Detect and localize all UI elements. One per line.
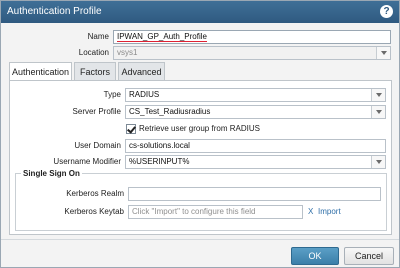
tab-advanced-label: Advanced — [121, 67, 162, 77]
ok-button-label: OK — [308, 251, 322, 261]
type-select[interactable]: RADIUS — [125, 88, 386, 102]
authentication-profile-dialog: Authentication Profile ? Name IPWAN_GP_A… — [0, 0, 400, 268]
username-modifier-label: Username Modifier — [53, 157, 121, 166]
footer-divider — [1, 239, 399, 240]
tab-factors-label: Factors — [79, 67, 110, 77]
dialog-titlebar: Authentication Profile ? — [1, 1, 399, 23]
retrieve-group-label: Retrieve user group from RADIUS — [139, 124, 260, 133]
ok-button[interactable]: OK — [291, 247, 339, 265]
cancel-button-label: Cancel — [354, 251, 383, 261]
kerberos-realm-input[interactable] — [128, 187, 381, 201]
tab-authentication[interactable]: Authentication — [9, 62, 72, 81]
import-link[interactable]: Import — [318, 205, 341, 219]
dialog-title: Authentication Profile — [7, 6, 102, 17]
tab-factors[interactable]: Factors — [74, 62, 116, 80]
kerberos-realm-label: Kerberos Realm — [66, 189, 124, 198]
server-profile-value: CS_Test_Radiusradius — [129, 107, 211, 116]
type-dropdown-icon[interactable] — [371, 89, 385, 101]
username-modifier-select[interactable]: %USERINPUT% — [125, 155, 386, 169]
kerberos-keytab-input[interactable]: Click "Import" to configure this field — [128, 205, 303, 219]
single-sign-on-group — [15, 173, 387, 231]
clear-keytab-icon[interactable]: X — [308, 205, 313, 219]
location-select: vsys1 — [113, 46, 391, 60]
help-icon[interactable]: ? — [380, 5, 393, 18]
server-profile-select[interactable]: CS_Test_Radiusradius — [125, 105, 386, 119]
tab-advanced[interactable]: Advanced — [118, 62, 165, 80]
location-value: vsys1 — [117, 48, 138, 57]
retrieve-group-checkbox[interactable] — [126, 124, 136, 134]
user-domain-label: User Domain — [74, 141, 121, 150]
username-modifier-dropdown-icon[interactable] — [371, 156, 385, 168]
cancel-button[interactable]: Cancel — [344, 247, 394, 265]
single-sign-on-title: Single Sign On — [21, 169, 82, 178]
location-dropdown-icon — [376, 47, 390, 59]
name-input[interactable]: IPWAN_GP_Auth_Profile — [113, 30, 391, 44]
username-modifier-value: %USERINPUT% — [129, 157, 190, 166]
type-label: Type — [103, 90, 121, 99]
name-value: IPWAN_GP_Auth_Profile — [117, 32, 207, 42]
name-label: Name — [87, 32, 109, 41]
location-label: Location — [78, 48, 109, 57]
tab-authentication-label: Authentication — [11, 67, 70, 77]
server-profile-dropdown-icon[interactable] — [371, 106, 385, 118]
user-domain-value: cs-solutions.local — [129, 141, 190, 150]
server-profile-label: Server Profile — [72, 107, 121, 116]
type-value: RADIUS — [129, 90, 160, 99]
user-domain-input[interactable]: cs-solutions.local — [125, 139, 386, 153]
kerberos-keytab-placeholder: Click "Import" to configure this field — [132, 207, 256, 216]
kerberos-keytab-label: Kerberos Keytab — [64, 207, 124, 216]
